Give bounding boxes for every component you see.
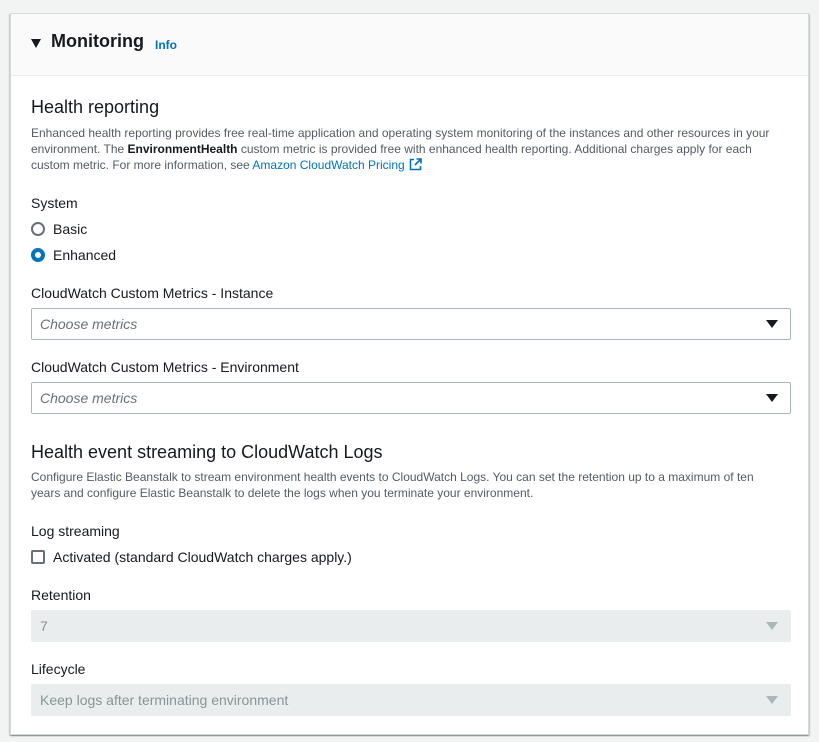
desc-bold: EnvironmentHealth [127, 142, 238, 156]
retention-select: 7 [31, 610, 791, 642]
log-streaming-heading: Health event streaming to CloudWatch Log… [31, 442, 383, 462]
caret-down-icon [766, 696, 778, 704]
log-streaming-description: Configure Elastic Beanstalk to stream en… [31, 470, 754, 500]
activated-checkbox-row[interactable]: Activated (standard CloudWatch charges a… [31, 547, 352, 567]
radio-basic[interactable]: Basic [31, 219, 87, 239]
environment-metrics-label: CloudWatch Custom Metrics - Environment [31, 359, 299, 375]
system-label: System [31, 195, 78, 211]
radio-basic-label: Basic [53, 221, 88, 237]
lifecycle-value: Keep logs after terminating environment [40, 692, 289, 708]
instance-metrics-placeholder: Choose metrics [40, 316, 138, 332]
retention-label: Retention [31, 587, 91, 603]
instance-metrics-label: CloudWatch Custom Metrics - Instance [31, 285, 274, 301]
caret-down-icon [766, 320, 778, 328]
caret-down-icon [766, 622, 778, 630]
caret-down-icon[interactable] [31, 39, 41, 48]
instance-metrics-select[interactable]: Choose metrics [31, 308, 791, 340]
info-link[interactable]: Info [155, 38, 177, 52]
health-reporting-heading: Health reporting [31, 97, 160, 117]
panel-title: Monitoring [51, 31, 144, 51]
external-link-icon[interactable] [409, 158, 422, 171]
lifecycle-select: Keep logs after terminating environment [31, 684, 791, 716]
radio-enhanced[interactable]: Enhanced [31, 245, 116, 265]
retention-value: 7 [40, 618, 48, 634]
caret-down-icon [766, 394, 778, 402]
environment-metrics-placeholder: Choose metrics [40, 390, 138, 406]
cloudwatch-pricing-link[interactable]: Amazon CloudWatch Pricing [252, 158, 404, 172]
activated-label: Activated (standard CloudWatch charges a… [53, 549, 352, 565]
monitoring-panel: Monitoring Info Health reporting Enhance… [10, 13, 809, 735]
lifecycle-label: Lifecycle [31, 661, 86, 677]
health-reporting-description: Enhanced health reporting provides free … [31, 125, 786, 173]
log-streaming-label: Log streaming [31, 523, 120, 539]
panel-header[interactable]: Monitoring Info [11, 14, 808, 76]
environment-metrics-select[interactable]: Choose metrics [31, 382, 791, 414]
radio-enhanced-control[interactable] [31, 248, 45, 262]
radio-enhanced-label: Enhanced [53, 247, 117, 263]
activated-checkbox[interactable] [31, 550, 45, 564]
radio-basic-control[interactable] [31, 222, 45, 236]
